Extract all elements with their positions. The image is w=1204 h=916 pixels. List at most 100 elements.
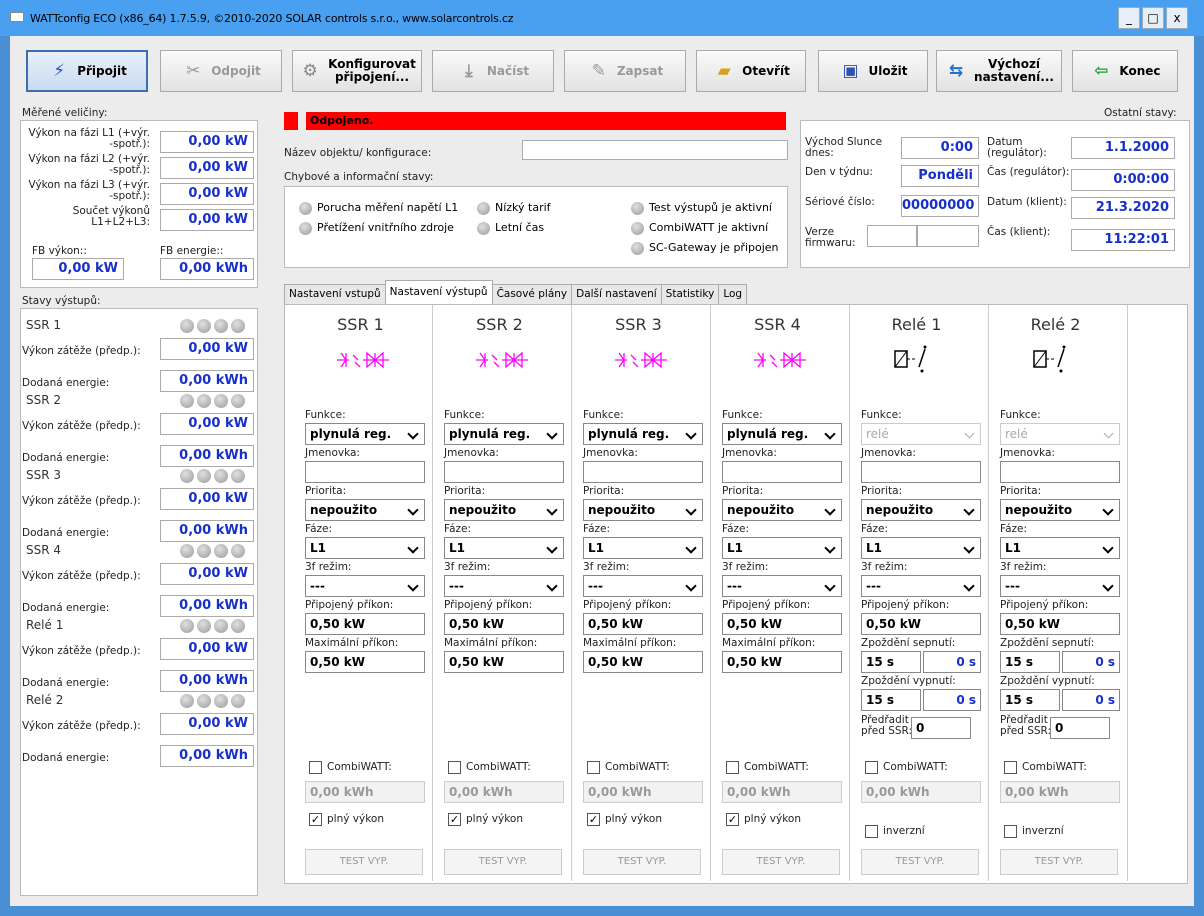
tag-input[interactable]	[305, 461, 425, 483]
tab-schedules[interactable]: Časové plány	[491, 284, 573, 304]
fb-power-value: 0,00 kW	[32, 258, 124, 280]
full-power-checkbox[interactable]: ✓	[587, 813, 600, 826]
pre-ssr-label-2: před SSR:	[1000, 725, 1052, 737]
config-name-input[interactable]	[522, 140, 788, 160]
delay-on-input[interactable]: 15 s	[861, 651, 921, 673]
function-select[interactable]: plynulá reg.	[305, 423, 425, 445]
test-off-button[interactable]: TEST VYP.	[305, 849, 423, 875]
tab-outputs[interactable]: Nastavení výstupů	[384, 280, 493, 304]
maximize-button[interactable]: □	[1142, 7, 1164, 29]
max-power-input[interactable]: 0,50 kW	[583, 651, 703, 673]
connected-power-input[interactable]: 0,50 kW	[722, 613, 842, 635]
test-off-button[interactable]: TEST VYP.	[722, 849, 840, 875]
connected-power-input[interactable]: 0,50 kW	[583, 613, 703, 635]
delay-off-label: Zpoždění vypnutí:	[1000, 675, 1095, 687]
pre-ssr-input[interactable]: 0	[911, 717, 971, 739]
phase-select[interactable]: L1	[583, 537, 703, 559]
connected-power-input[interactable]: 0,50 kW	[1000, 613, 1120, 635]
test-off-button[interactable]: TEST VYP.	[444, 849, 562, 875]
disconnect-button[interactable]: ✂ Odpojit	[160, 50, 282, 92]
tab-inputs[interactable]: Nastavení vstupů	[284, 284, 386, 304]
open-button[interactable]: ▰ Otevřít	[696, 50, 806, 92]
exit-button[interactable]: ⇦ Konec	[1072, 50, 1178, 92]
connect-button[interactable]: ⚡ Připojit	[26, 50, 148, 92]
phase-select[interactable]: L1	[444, 537, 564, 559]
connected-power-label: Připojený příkon:	[583, 599, 672, 611]
function-select[interactable]: plynulá reg.	[722, 423, 842, 445]
mode3-select[interactable]: ---	[444, 575, 564, 597]
errors-label: Chybové a informační stavy:	[284, 171, 434, 183]
pre-ssr-input[interactable]: 0	[1050, 717, 1110, 739]
function-label: Funkce:	[583, 409, 624, 421]
phase-select[interactable]: L1	[861, 537, 981, 559]
combiwatt-checkbox[interactable]	[865, 761, 878, 774]
inverse-checkbox[interactable]	[865, 825, 878, 838]
delay-on-input[interactable]: 15 s	[1000, 651, 1060, 673]
test-off-button[interactable]: TEST VYP.	[1000, 849, 1118, 875]
function-select[interactable]: relé	[861, 423, 981, 445]
mode3-select[interactable]: ---	[861, 575, 981, 597]
delay-off-2-input[interactable]: 0 s	[1062, 689, 1120, 711]
phase-select[interactable]: L1	[722, 537, 842, 559]
tag-input[interactable]	[722, 461, 842, 483]
mode3-select[interactable]: ---	[1000, 575, 1120, 597]
function-select[interactable]: relé	[1000, 423, 1120, 445]
priority-select[interactable]: nepoužito	[305, 499, 425, 521]
combiwatt-checkbox[interactable]	[587, 761, 600, 774]
delay-off-input[interactable]: 15 s	[1000, 689, 1060, 711]
tag-input[interactable]	[444, 461, 564, 483]
tab-statistics[interactable]: Statistiky	[660, 284, 720, 304]
load-button[interactable]: ⤓ Načíst	[432, 50, 554, 92]
delay-on-2-input[interactable]: 0 s	[923, 651, 981, 673]
led-icon	[231, 544, 245, 558]
function-select[interactable]: plynulá reg.	[444, 423, 564, 445]
priority-select[interactable]: nepoužito	[583, 499, 703, 521]
priority-select[interactable]: nepoužito	[861, 499, 981, 521]
priority-select[interactable]: nepoužito	[1000, 499, 1120, 521]
full-power-checkbox[interactable]: ✓	[726, 813, 739, 826]
led-icon	[214, 694, 228, 708]
inverse-checkbox[interactable]	[1004, 825, 1017, 838]
mode3-select[interactable]: ---	[583, 575, 703, 597]
tag-input[interactable]	[861, 461, 981, 483]
phase-select[interactable]: L1	[305, 537, 425, 559]
mode3-select[interactable]: ---	[722, 575, 842, 597]
test-off-button[interactable]: TEST VYP.	[861, 849, 979, 875]
led-icon	[299, 201, 312, 215]
tab-log[interactable]: Log	[718, 284, 748, 304]
tab-more-settings[interactable]: Další nastavení	[571, 284, 662, 304]
defaults-button[interactable]: ⇆ Výchozí nastavení...	[936, 50, 1062, 92]
minimize-button[interactable]: _	[1118, 7, 1140, 29]
max-power-input[interactable]: 0,50 kW	[722, 651, 842, 673]
connected-power-input[interactable]: 0,50 kW	[305, 613, 425, 635]
connected-power-input[interactable]: 0,50 kW	[444, 613, 564, 635]
max-power-input[interactable]: 0,50 kW	[305, 651, 425, 673]
combiwatt-checkbox[interactable]	[726, 761, 739, 774]
delay-off-2-input[interactable]: 0 s	[923, 689, 981, 711]
date-reg-value: 1.1.2000	[1071, 137, 1175, 159]
connected-power-input[interactable]: 0,50 kW	[861, 613, 981, 635]
max-power-input[interactable]: 0,50 kW	[444, 651, 564, 673]
save-button[interactable]: ▣ Uložit	[818, 50, 928, 92]
configure-connection-button[interactable]: ⚙ Konfigurovat připojení...	[292, 50, 422, 92]
mode3-select[interactable]: ---	[305, 575, 425, 597]
write-button[interactable]: ✎ Zapsat	[564, 50, 686, 92]
close-button[interactable]: x	[1166, 7, 1188, 29]
priority-select[interactable]: nepoužito	[722, 499, 842, 521]
function-select[interactable]: plynulá reg.	[583, 423, 703, 445]
delay-off-input[interactable]: 15 s	[861, 689, 921, 711]
combiwatt-checkbox[interactable]	[448, 761, 461, 774]
delay-on-2-input[interactable]: 0 s	[1062, 651, 1120, 673]
phase-select[interactable]: L1	[1000, 537, 1120, 559]
flag-summer-time: Letní čas	[477, 221, 544, 235]
mode3-label: 3f režim:	[305, 561, 352, 573]
combiwatt-checkbox[interactable]	[1004, 761, 1017, 774]
priority-select[interactable]: nepoužito	[444, 499, 564, 521]
full-power-checkbox[interactable]: ✓	[309, 813, 322, 826]
tag-input[interactable]	[583, 461, 703, 483]
combiwatt-checkbox[interactable]	[309, 761, 322, 774]
tag-input[interactable]	[1000, 461, 1120, 483]
combiwatt-energy: 0,00 kWh	[722, 781, 842, 803]
full-power-checkbox[interactable]: ✓	[448, 813, 461, 826]
test-off-button[interactable]: TEST VYP.	[583, 849, 701, 875]
